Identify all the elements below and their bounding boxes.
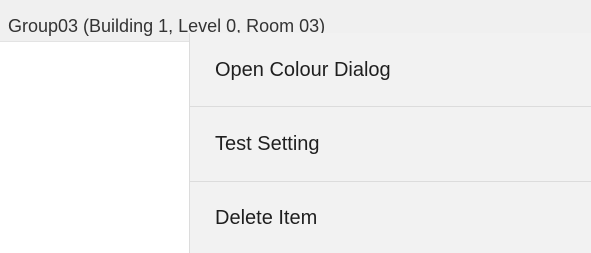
menu-item-test-setting[interactable]: Test Setting xyxy=(190,107,591,181)
menu-item-label: Test Setting xyxy=(215,133,320,155)
context-menu: Open Colour Dialog Test Setting Delete I… xyxy=(189,33,591,253)
menu-item-open-colour-dialog[interactable]: Open Colour Dialog xyxy=(190,33,591,107)
menu-item-label: Delete Item xyxy=(215,207,318,229)
menu-item-label: Open Colour Dialog xyxy=(215,59,391,81)
menu-item-delete-item[interactable]: Delete Item xyxy=(190,181,591,253)
